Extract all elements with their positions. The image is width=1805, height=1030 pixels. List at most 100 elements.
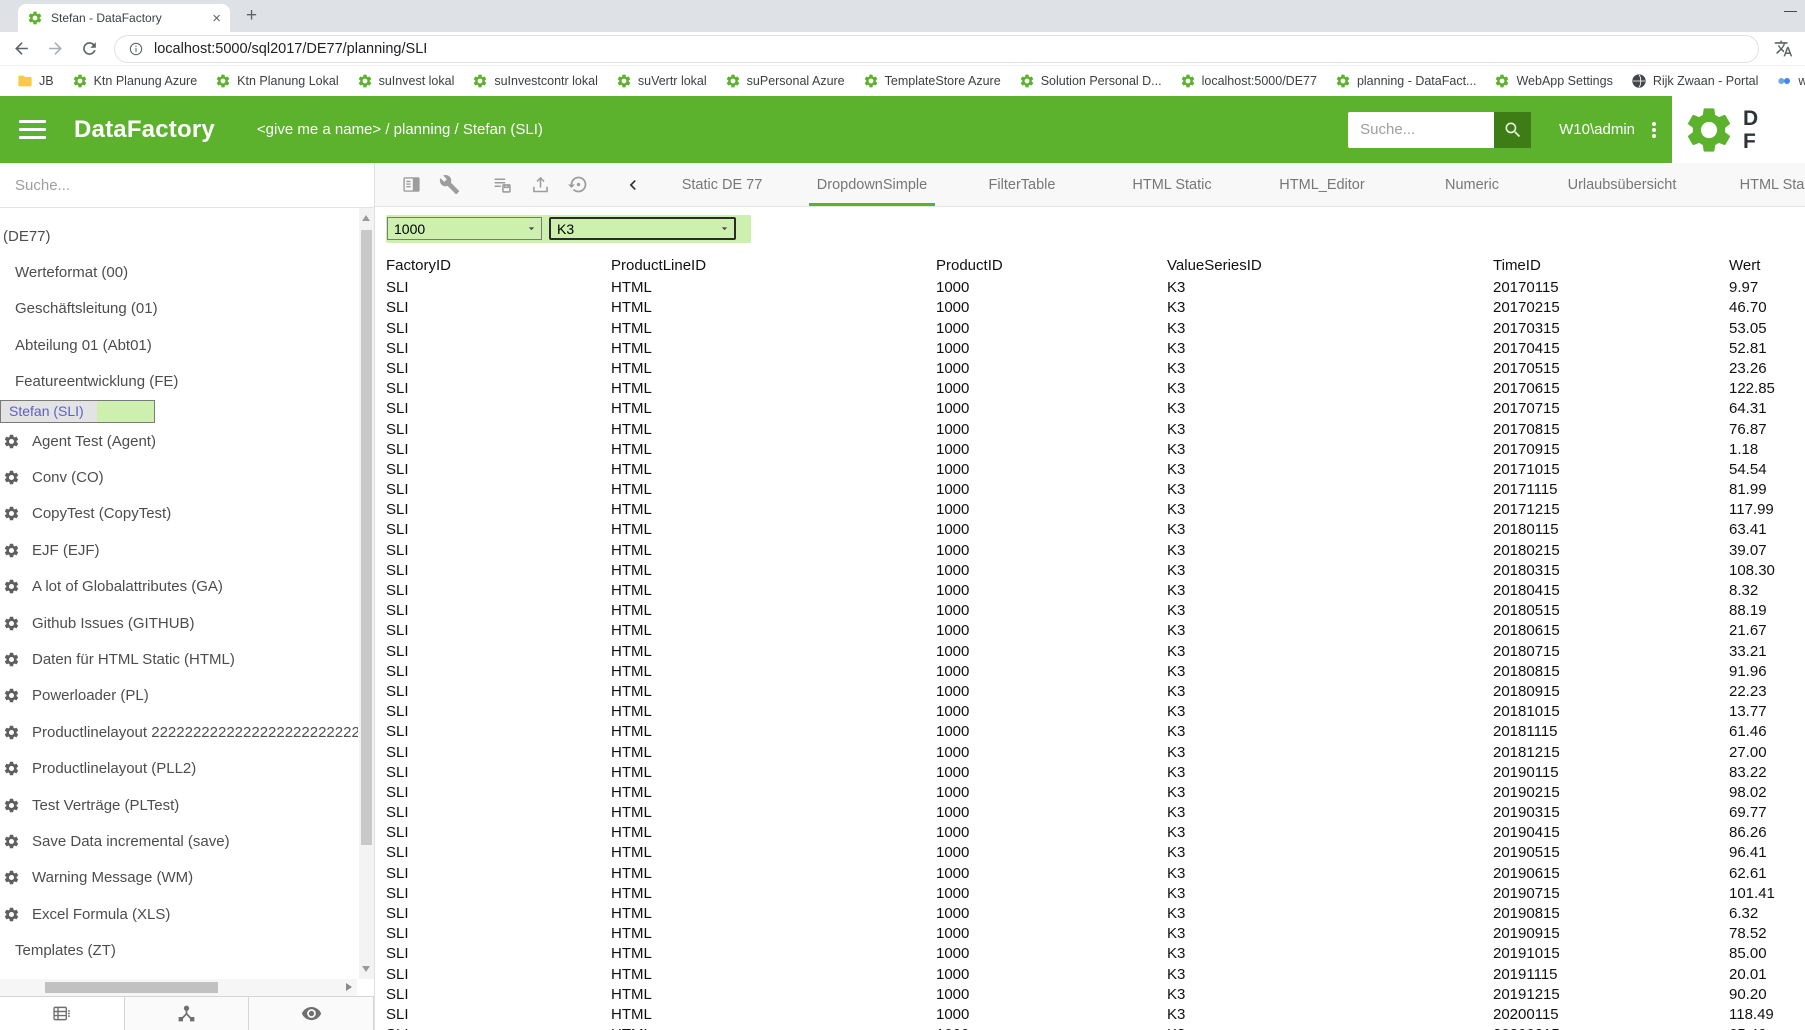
tree-item-excel-formula-xls[interactable]: Excel Formula (XLS) bbox=[0, 896, 358, 932]
tree-item-templates-zt[interactable]: Templates (ZT) bbox=[0, 932, 358, 968]
back-icon[interactable] bbox=[12, 39, 31, 58]
tree-item-featureentwicklung-fe[interactable]: Featureentwicklung (FE) bbox=[0, 364, 358, 400]
tree-item-abteilung-01-abt01[interactable]: Abteilung 01 (Abt01) bbox=[0, 327, 358, 363]
tab-html-static[interactable]: HTML Static bbox=[1097, 163, 1247, 206]
table-cell: HTML bbox=[611, 520, 936, 540]
window-minimize-button[interactable]: — bbox=[1784, 3, 1797, 18]
scroll-down-icon[interactable] bbox=[362, 966, 370, 972]
tree-item-label: Stefan (SLI) bbox=[0, 400, 97, 423]
table-cell: SLI bbox=[386, 884, 611, 904]
table-cell: K3 bbox=[1167, 642, 1493, 662]
bookmark-ktn-planung-azure[interactable]: Ktn Planung Azure bbox=[63, 73, 207, 89]
table-cell: HTML bbox=[611, 803, 936, 823]
bookmark-templatestore-azure[interactable]: TemplateStore Azure bbox=[854, 73, 1010, 89]
tree-item-geschäftsleitung-01[interactable]: Geschäftsleitung (01) bbox=[0, 291, 358, 327]
tree-item-ejf-ejf[interactable]: EJF (EJF) bbox=[0, 532, 358, 568]
view-tab-grid[interactable] bbox=[0, 997, 125, 1030]
bookmark-localhost-5000-de77[interactable]: localhost:5000/DE77 bbox=[1171, 73, 1326, 89]
bookmark-supersonal-azure[interactable]: suPersonal Azure bbox=[716, 73, 854, 89]
view-tab-hierarchy[interactable] bbox=[125, 997, 250, 1030]
table-cell: 20190615 bbox=[1493, 864, 1729, 884]
tree-item-productlinelayout-22222222222222222222222222222222[interactable]: Productlinelayout 2222222222222222222222… bbox=[0, 714, 358, 750]
bookmark-suinvestcontr-lokal[interactable]: suInvestcontr lokal bbox=[463, 73, 607, 89]
horizontal-scrollbar-thumb[interactable] bbox=[45, 982, 218, 993]
tab-static-de-77[interactable]: Static DE 77 bbox=[647, 163, 797, 206]
table-cell: 21.67 bbox=[1729, 621, 1805, 641]
tab-filtertable[interactable]: FilterTable bbox=[947, 163, 1097, 206]
view-tab-preview[interactable] bbox=[249, 997, 374, 1030]
tree-item-stefan-sli[interactable]: Stefan (SLI) bbox=[0, 400, 155, 423]
tree-item-werteformat-00[interactable]: Werteformat (00) bbox=[0, 254, 358, 290]
table-cell: 20170715 bbox=[1493, 399, 1729, 419]
bookmark-window-print-c[interactable]: window.print + c... bbox=[1767, 73, 1805, 89]
tree-item-productlinelayout-pll2[interactable]: Productlinelayout (PLL2) bbox=[0, 750, 358, 786]
new-tab-button[interactable]: + bbox=[246, 5, 257, 27]
table-cell: HTML bbox=[611, 702, 936, 722]
app-title: DataFactory bbox=[74, 116, 215, 144]
bookmark-solution-personal-d[interactable]: Solution Personal D... bbox=[1010, 73, 1171, 89]
reload-icon[interactable] bbox=[80, 39, 99, 58]
table-cell: HTML bbox=[611, 743, 936, 763]
tree-item-agent-test-agent[interactable]: Agent Test (Agent) bbox=[0, 423, 358, 459]
translate-icon[interactable] bbox=[1774, 39, 1793, 58]
tree-item-daten-für-html-static-html[interactable]: Daten für HTML Static (HTML) bbox=[0, 641, 358, 677]
report-view-icon[interactable] bbox=[401, 174, 422, 195]
tree-item-github-issues-github[interactable]: Github Issues (GITHUB) bbox=[0, 605, 358, 641]
table-cell: 13.77 bbox=[1729, 702, 1805, 722]
kebab-menu-icon[interactable] bbox=[1652, 128, 1656, 132]
vertical-scrollbar[interactable] bbox=[359, 208, 374, 979]
table-cell: HTML bbox=[611, 924, 936, 944]
table-cell: 96.41 bbox=[1729, 843, 1805, 863]
tab-numeric[interactable]: Numeric bbox=[1397, 163, 1547, 206]
browser-tab[interactable]: Stefan - DataFactory × bbox=[18, 4, 230, 32]
search-button[interactable] bbox=[1494, 112, 1531, 148]
bookmark-webapp-settings[interactable]: WebApp Settings bbox=[1485, 73, 1621, 89]
tree-item-a-lot-of-globalattributes-ga[interactable]: A lot of Globalattributes (GA) bbox=[0, 569, 358, 605]
table-cell: 90.20 bbox=[1729, 985, 1805, 1005]
upload-icon[interactable] bbox=[530, 174, 551, 195]
sidebar-search-input[interactable] bbox=[0, 177, 320, 194]
bookmark-suvertr-lokal[interactable]: suVertr lokal bbox=[607, 73, 716, 89]
scroll-up-icon[interactable] bbox=[362, 215, 370, 221]
forward-icon[interactable] bbox=[46, 39, 65, 58]
close-tab-icon[interactable]: × bbox=[212, 11, 221, 26]
horizontal-scrollbar[interactable] bbox=[0, 979, 374, 996]
tab-urlaubsübersicht[interactable]: Urlaubsübersicht bbox=[1547, 163, 1697, 206]
tab-scroll-left-icon[interactable] bbox=[623, 175, 643, 195]
bookmark-ktn-planung-lokal[interactable]: Ktn Planung Lokal bbox=[206, 73, 347, 89]
table-cell: SLI bbox=[386, 904, 611, 924]
table-cell: HTML bbox=[611, 480, 936, 500]
bookmark-jb[interactable]: JB bbox=[8, 73, 63, 89]
tree-item-copytest-copytest[interactable]: CopyTest (CopyTest) bbox=[0, 496, 358, 532]
table-cell: K3 bbox=[1167, 864, 1493, 884]
tree-item-test-verträge-pltest[interactable]: Test Verträge (PLTest) bbox=[0, 787, 358, 823]
table-cell: K3 bbox=[1167, 702, 1493, 722]
tree-item-save-data-incremental-save[interactable]: Save Data incremental (save) bbox=[0, 823, 358, 859]
bookmark-planning-datafact[interactable]: planning - DataFact... bbox=[1326, 73, 1486, 89]
hamburger-menu-icon[interactable] bbox=[19, 120, 46, 139]
bookmark-suinvest-lokal[interactable]: suInvest lokal bbox=[348, 73, 464, 89]
scroll-right-icon[interactable] bbox=[346, 983, 352, 991]
table-cell: 20170915 bbox=[1493, 440, 1729, 460]
site-info-icon[interactable] bbox=[128, 41, 144, 57]
table-cell: 1000 bbox=[936, 662, 1167, 682]
header-search-input[interactable] bbox=[1348, 112, 1494, 148]
bookmark-rijk-zwaan-portal[interactable]: Rijk Zwaan - Portal bbox=[1622, 73, 1768, 89]
tree-item-label: Abteilung 01 (Abt01) bbox=[15, 337, 152, 354]
tab-html-editor[interactable]: HTML_Editor bbox=[1247, 163, 1397, 206]
productid-select[interactable]: 1000 bbox=[387, 217, 542, 240]
tree-item-warning-message-wm[interactable]: Warning Message (WM) bbox=[0, 860, 358, 896]
vertical-scrollbar-thumb[interactable] bbox=[361, 230, 372, 845]
tree-item-de77[interactable]: (DE77) bbox=[0, 218, 358, 254]
settings-wrench-icon[interactable] bbox=[439, 174, 460, 195]
save-list-icon[interactable] bbox=[492, 174, 513, 195]
tree-item-label: Productlinelayout (PLL2) bbox=[32, 760, 196, 777]
history-restore-icon[interactable] bbox=[568, 174, 589, 195]
table-cell: HTML bbox=[611, 581, 936, 601]
tab-html-sta[interactable]: HTML Sta bbox=[1697, 163, 1805, 206]
tree-item-powerloader-pl[interactable]: Powerloader (PL) bbox=[0, 678, 358, 714]
tree-item-conv-co[interactable]: Conv (CO) bbox=[0, 459, 358, 495]
tab-dropdownsimple[interactable]: DropdownSimple bbox=[797, 163, 947, 206]
valueseriesid-select[interactable]: K3 bbox=[549, 217, 736, 240]
url-field[interactable]: localhost:5000/sql2017/DE77/planning/SLI bbox=[114, 35, 1759, 63]
